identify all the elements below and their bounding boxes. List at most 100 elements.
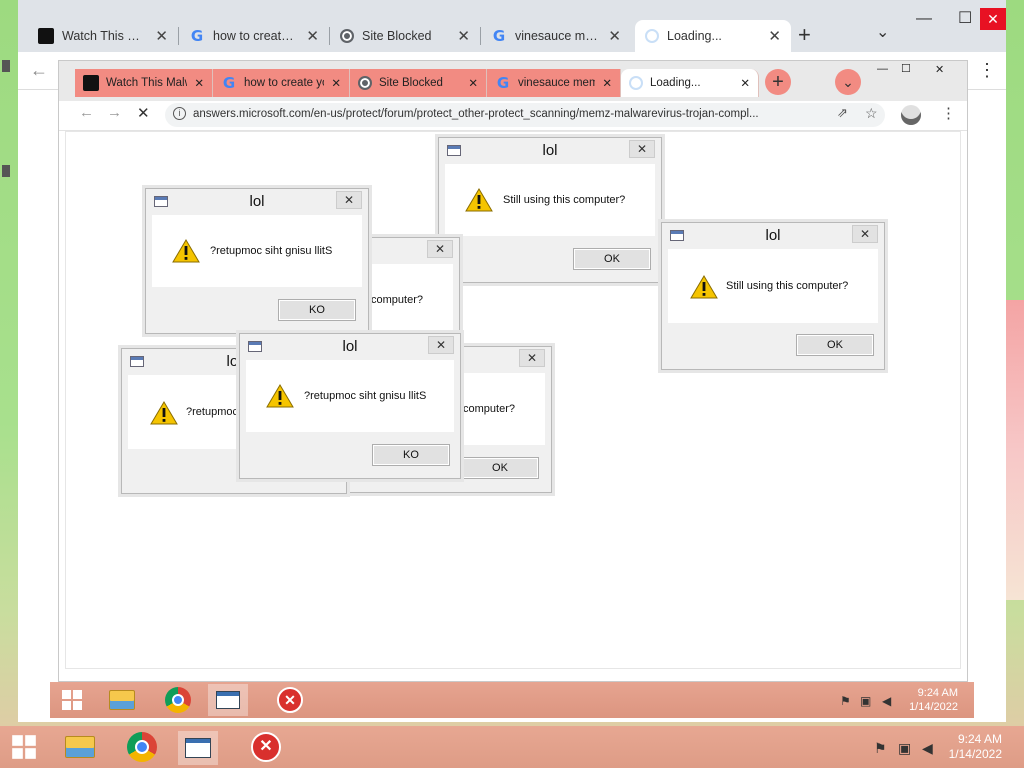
- dialog-ok-button[interactable]: OK: [573, 248, 651, 270]
- tray-clock[interactable]: 9:24 AM 1/14/2022: [944, 732, 1002, 762]
- bookmark-star-icon[interactable]: ☆: [865, 105, 878, 122]
- warning-icon: [150, 401, 178, 425]
- tray-volume-icon[interactable]: ◀: [922, 740, 933, 757]
- stop-loading-icon[interactable]: ✕: [137, 104, 150, 122]
- outer-tab-3[interactable]: Site Blocked ✕: [330, 20, 480, 52]
- windows-start-icon[interactable]: [4, 731, 44, 763]
- tab-title: Watch This Malw: [106, 77, 188, 89]
- close-icon[interactable]: ✕: [457, 27, 470, 45]
- warning-icon: [172, 239, 200, 263]
- dialog-close-button[interactable]: ✕: [428, 336, 454, 354]
- error-icon[interactable]: ✕: [270, 684, 310, 716]
- tab-title: how to create your: [213, 29, 298, 43]
- google-icon: G: [492, 27, 506, 45]
- profile-avatar-icon[interactable]: [901, 105, 921, 125]
- tab-title: Site Blocked: [379, 77, 443, 89]
- inner-tray-clock[interactable]: 9:24 AM 1/14/2022: [902, 686, 958, 714]
- inner-tab-2[interactable]: G how to create yo ✕: [213, 69, 350, 97]
- dialog-close-button[interactable]: ✕: [519, 349, 545, 367]
- url-text[interactable]: answers.microsoft.com/en-us/protect/foru…: [193, 108, 853, 120]
- inner-maximize-button[interactable]: ☐: [901, 62, 911, 75]
- tray-flag-icon[interactable]: ⚑: [874, 740, 887, 757]
- close-icon[interactable]: ✕: [155, 27, 168, 45]
- menu-dots-icon[interactable]: ⋮: [978, 60, 996, 81]
- tab-title: Watch This Malware: [62, 29, 148, 43]
- dialog-titlebar[interactable]: lol ✕: [439, 138, 661, 164]
- close-icon[interactable]: ✕: [194, 76, 204, 90]
- tray-flag-icon[interactable]: ⚑: [840, 694, 851, 708]
- inner-new-tab-button[interactable]: +: [765, 69, 791, 95]
- clock-time: 9:24 AM: [917, 687, 958, 699]
- dialog-close-button[interactable]: ✕: [336, 191, 362, 209]
- close-button[interactable]: ✕: [980, 8, 1006, 30]
- close-icon[interactable]: ✕: [602, 76, 612, 90]
- outer-tab-5[interactable]: Loading... ✕: [635, 20, 791, 52]
- dialog-top-center[interactable]: lol ✕ Still using this computer? OK: [438, 137, 662, 283]
- loading-spinner-icon: [629, 76, 643, 90]
- tab-search-button[interactable]: ⌄: [876, 22, 889, 42]
- forward-arrow-icon[interactable]: →: [107, 104, 122, 121]
- inner-tab-5[interactable]: Loading... ✕: [621, 69, 759, 97]
- close-icon[interactable]: ✕: [331, 76, 341, 90]
- dialog-titlebar[interactable]: lol ✕: [662, 223, 884, 249]
- dialog-ok-button[interactable]: OK: [796, 334, 874, 356]
- chrome-icon[interactable]: [122, 731, 162, 763]
- dialog-ok-button[interactable]: OK: [461, 457, 539, 479]
- close-icon[interactable]: ✕: [468, 76, 478, 90]
- share-icon[interactable]: ⇗: [837, 105, 848, 121]
- warning-icon: [266, 384, 294, 408]
- dialog-ko-button[interactable]: KO: [372, 444, 450, 466]
- close-icon[interactable]: ✕: [306, 27, 319, 45]
- close-icon[interactable]: ✕: [740, 76, 750, 90]
- windows-start-icon[interactable]: [52, 684, 92, 716]
- menu-dots-icon[interactable]: ⋮: [941, 104, 956, 122]
- address-bar[interactable]: i answers.microsoft.com/en-us/protect/fo…: [165, 103, 885, 127]
- tray-volume-icon[interactable]: ◀: [882, 694, 891, 708]
- inner-tab-search-button[interactable]: ⌄: [835, 69, 861, 95]
- dialog-ko-button[interactable]: KO: [278, 299, 356, 321]
- file-explorer-icon[interactable]: [102, 684, 142, 716]
- tray-network-icon[interactable]: ▣: [860, 694, 871, 708]
- tab-title: Site Blocked: [362, 29, 432, 43]
- dialog-close-button[interactable]: ✕: [629, 140, 655, 158]
- dialog-center-front[interactable]: lol ✕ ?retupmoc siht gnisu llitS KO: [239, 333, 461, 479]
- back-arrow-icon[interactable]: ←: [30, 60, 48, 81]
- inner-tab-4[interactable]: G vinesauce meme ✕: [487, 69, 621, 97]
- inner-close-button[interactable]: ✕: [935, 63, 944, 76]
- chrome-icon[interactable]: [158, 684, 198, 716]
- desktop-wallpaper-edge: [1004, 300, 1024, 600]
- inner-minimize-button[interactable]: —: [877, 63, 888, 75]
- dialog-close-button[interactable]: ✕: [852, 225, 878, 243]
- app-window-icon[interactable]: [208, 684, 248, 716]
- clock-time: 9:24 AM: [957, 732, 1002, 746]
- new-tab-button[interactable]: +: [798, 22, 811, 48]
- info-icon[interactable]: i: [173, 107, 186, 120]
- file-explorer-icon[interactable]: [60, 731, 100, 763]
- dialog-close-button[interactable]: ✕: [427, 240, 453, 258]
- dialog-titlebar[interactable]: lol ✕: [240, 334, 460, 360]
- inner-tab-3[interactable]: Site Blocked ✕: [350, 69, 487, 97]
- app-window-icon[interactable]: [178, 731, 218, 765]
- outer-tab-4[interactable]: G vinesauce meme ✕: [481, 20, 631, 52]
- outer-tab-1[interactable]: Watch This Malware ✕: [28, 20, 178, 52]
- tab-title: how to create yo: [244, 77, 325, 89]
- dialog-right[interactable]: lol ✕ Still using this computer? OK: [661, 222, 885, 370]
- outer-tab-strip: Watch This Malware ✕ G how to create you…: [18, 0, 1006, 52]
- dialog-titlebar[interactable]: lol ✕: [146, 189, 368, 215]
- google-icon: G: [222, 74, 236, 92]
- maximize-button[interactable]: ☐: [958, 8, 972, 28]
- loading-spinner-icon: [645, 29, 659, 43]
- close-icon[interactable]: ✕: [768, 27, 781, 45]
- outer-tab-2[interactable]: G how to create your ✕: [179, 20, 329, 52]
- desktop-icon-letter: [2, 165, 10, 177]
- close-icon[interactable]: ✕: [608, 27, 621, 45]
- taskbar: ✕ ⚑ ▣ ◀ 9:24 AM 1/14/2022: [0, 726, 1024, 768]
- dialog-message: ?retupmoc: [186, 406, 238, 418]
- minimize-button[interactable]: —: [916, 10, 932, 28]
- dialog-upper-left[interactable]: lol ✕ ?retupmoc siht gnisu llitS KO: [145, 188, 369, 334]
- back-arrow-icon[interactable]: ←: [79, 104, 94, 121]
- tray-network-icon[interactable]: ▣: [898, 740, 911, 757]
- dialog-body: ?retupmoc siht gnisu llitS: [152, 215, 362, 287]
- error-icon[interactable]: ✕: [246, 731, 286, 763]
- inner-tab-1[interactable]: Watch This Malw ✕: [75, 69, 213, 97]
